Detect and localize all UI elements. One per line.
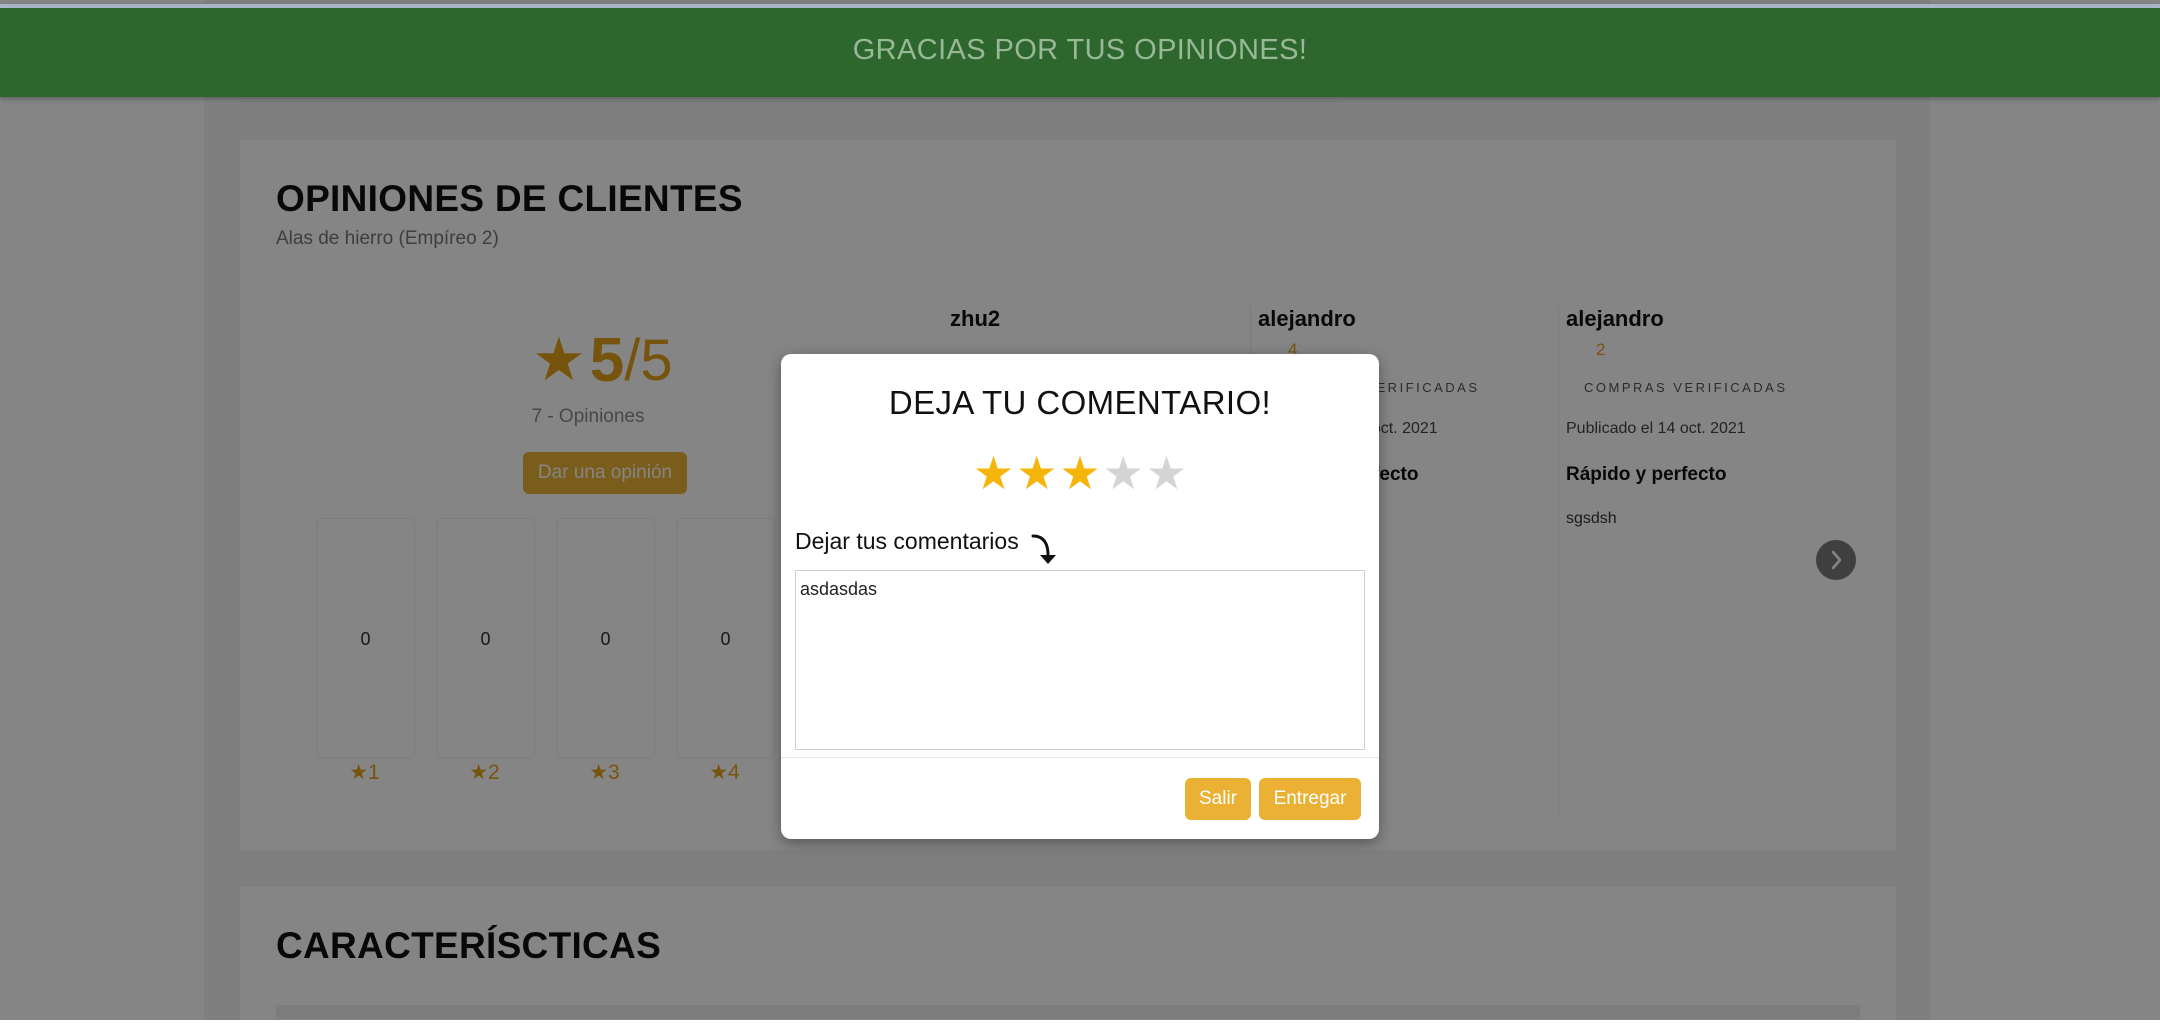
banner-top-strip: [0, 4, 2160, 8]
comment-textarea[interactable]: asdasdas: [795, 570, 1365, 750]
banner-text: GRACIAS POR TUS OPINIONES!: [852, 34, 1308, 66]
exit-button[interactable]: Salir: [1185, 778, 1251, 820]
comment-label: Dejar tus comentarios: [795, 528, 1019, 554]
comment-label-row: Dejar tus comentarios: [795, 528, 1063, 568]
rating-star-5-icon[interactable]: ★: [1146, 450, 1187, 496]
thanks-banner: GRACIAS POR TUS OPINIONES!: [0, 4, 2160, 97]
modal-divider: [781, 757, 1379, 758]
comment-modal: DEJA TU COMENTARIO! ★ ★ ★ ★ ★ Dejar tus come…: [781, 354, 1379, 839]
curved-arrow-icon: [1031, 534, 1056, 564]
modal-title: DEJA TU COMENTARIO!: [888, 384, 1272, 421]
rating-star-1-icon[interactable]: ★: [973, 450, 1014, 496]
star-rating-input[interactable]: ★ ★ ★ ★ ★: [781, 450, 1379, 496]
submit-button[interactable]: Entregar: [1259, 778, 1361, 820]
rating-star-2-icon[interactable]: ★: [1016, 450, 1057, 496]
rating-star-3-icon[interactable]: ★: [1059, 450, 1100, 496]
rating-star-4-icon[interactable]: ★: [1103, 450, 1144, 496]
